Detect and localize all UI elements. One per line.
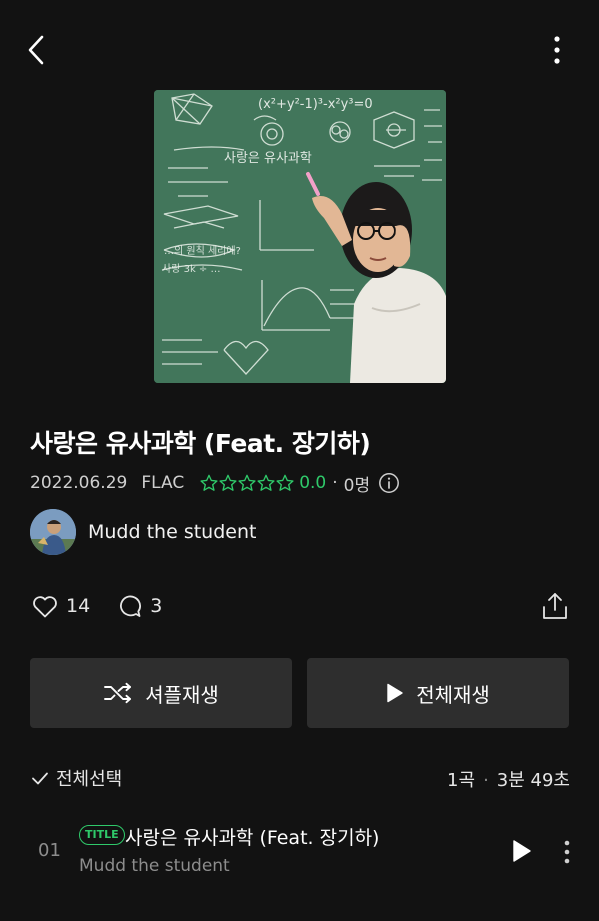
track-title: 사랑은 유사과학 (Feat. 장기하) xyxy=(125,827,380,849)
title-track-badge: TITLE xyxy=(79,825,125,845)
vertical-dots-icon xyxy=(554,36,560,64)
cover-equation: (x²+y²-1)³-x²y³=0 xyxy=(258,97,373,112)
star-outline-icon xyxy=(257,474,275,491)
track-list-header: 전체선택 1곡 · 3분 49초 xyxy=(30,764,570,792)
artist-name: Mudd the student xyxy=(88,521,257,543)
chevron-left-icon xyxy=(28,35,44,65)
track-count: 1곡 xyxy=(447,770,476,791)
comment-count: 3 xyxy=(150,595,163,617)
shuffle-play-label: 셔플재생 xyxy=(145,682,219,707)
release-date: 2022.06.29 xyxy=(30,473,128,493)
top-bar xyxy=(0,0,599,100)
artist-row[interactable]: Mudd the student xyxy=(30,508,256,556)
actions-row: 14 3 xyxy=(30,588,570,624)
total-duration: 3분 49초 xyxy=(496,770,570,791)
cover-question: …의 원칙 세리에? xyxy=(164,245,241,257)
back-button[interactable] xyxy=(22,32,52,68)
comment-bubble-icon xyxy=(120,595,142,617)
select-all-label: 전체선택 xyxy=(56,769,123,790)
cover-note: 사랑 3k ÷ … xyxy=(162,263,220,275)
album-cover[interactable]: (x²+y²-1)³-x²y³=0 사랑은 유사과학 …의 원칙 세리에? 사랑… xyxy=(154,90,446,383)
chalkboard-cover-art: (x²+y²-1)³-x²y³=0 사랑은 유사과학 …의 원칙 세리에? 사랑… xyxy=(154,90,446,383)
select-all-toggle[interactable]: 전체선택 xyxy=(30,765,122,791)
like-button[interactable]: 14 xyxy=(30,591,90,621)
play-all-label: 전체재생 xyxy=(416,682,490,707)
track-row[interactable]: 01 TITLE 사랑은 유사과학 (Feat. 장기하) Mudd the s… xyxy=(0,812,599,884)
track-summary: 1곡 · 3분 49초 xyxy=(447,766,570,792)
shuffle-play-button[interactable]: 셔플재생 xyxy=(30,658,292,728)
star-outline-icon xyxy=(200,474,218,491)
star-outline-icon xyxy=(219,474,237,491)
avatar-image xyxy=(30,509,76,555)
audio-format: FLAC xyxy=(141,473,185,493)
play-icon xyxy=(387,683,403,703)
summary-separator: · xyxy=(483,770,489,791)
rating-value: 0.0 xyxy=(299,473,327,493)
track-more-icon[interactable] xyxy=(558,838,576,866)
track-artist: Mudd the student xyxy=(79,856,230,876)
track-number: 01 xyxy=(38,840,61,861)
rating-count: 0명 xyxy=(343,475,371,496)
album-title: 사랑은 유사과학 (Feat. 장기하) xyxy=(30,429,371,458)
star-outline-icon xyxy=(276,474,294,491)
cover-heading: 사랑은 유사과학 xyxy=(224,151,312,166)
track-play-icon[interactable] xyxy=(508,838,534,864)
rating-stars[interactable] xyxy=(200,474,295,492)
checkmark-icon xyxy=(32,772,48,785)
heart-icon xyxy=(33,596,57,618)
like-count: 14 xyxy=(66,595,91,617)
artist-avatar[interactable] xyxy=(30,509,76,555)
album-meta-row: 2022.06.29 FLAC 0.0 · 0명 xyxy=(30,470,400,496)
more-options-button[interactable] xyxy=(542,32,572,68)
info-icon[interactable] xyxy=(378,472,400,494)
meta-separator: · xyxy=(332,473,338,493)
share-icon[interactable] xyxy=(540,590,570,622)
play-all-button[interactable]: 전체재생 xyxy=(307,658,569,728)
shuffle-icon xyxy=(104,682,132,704)
star-outline-icon xyxy=(238,474,256,491)
comment-button[interactable]: 3 xyxy=(114,591,162,621)
